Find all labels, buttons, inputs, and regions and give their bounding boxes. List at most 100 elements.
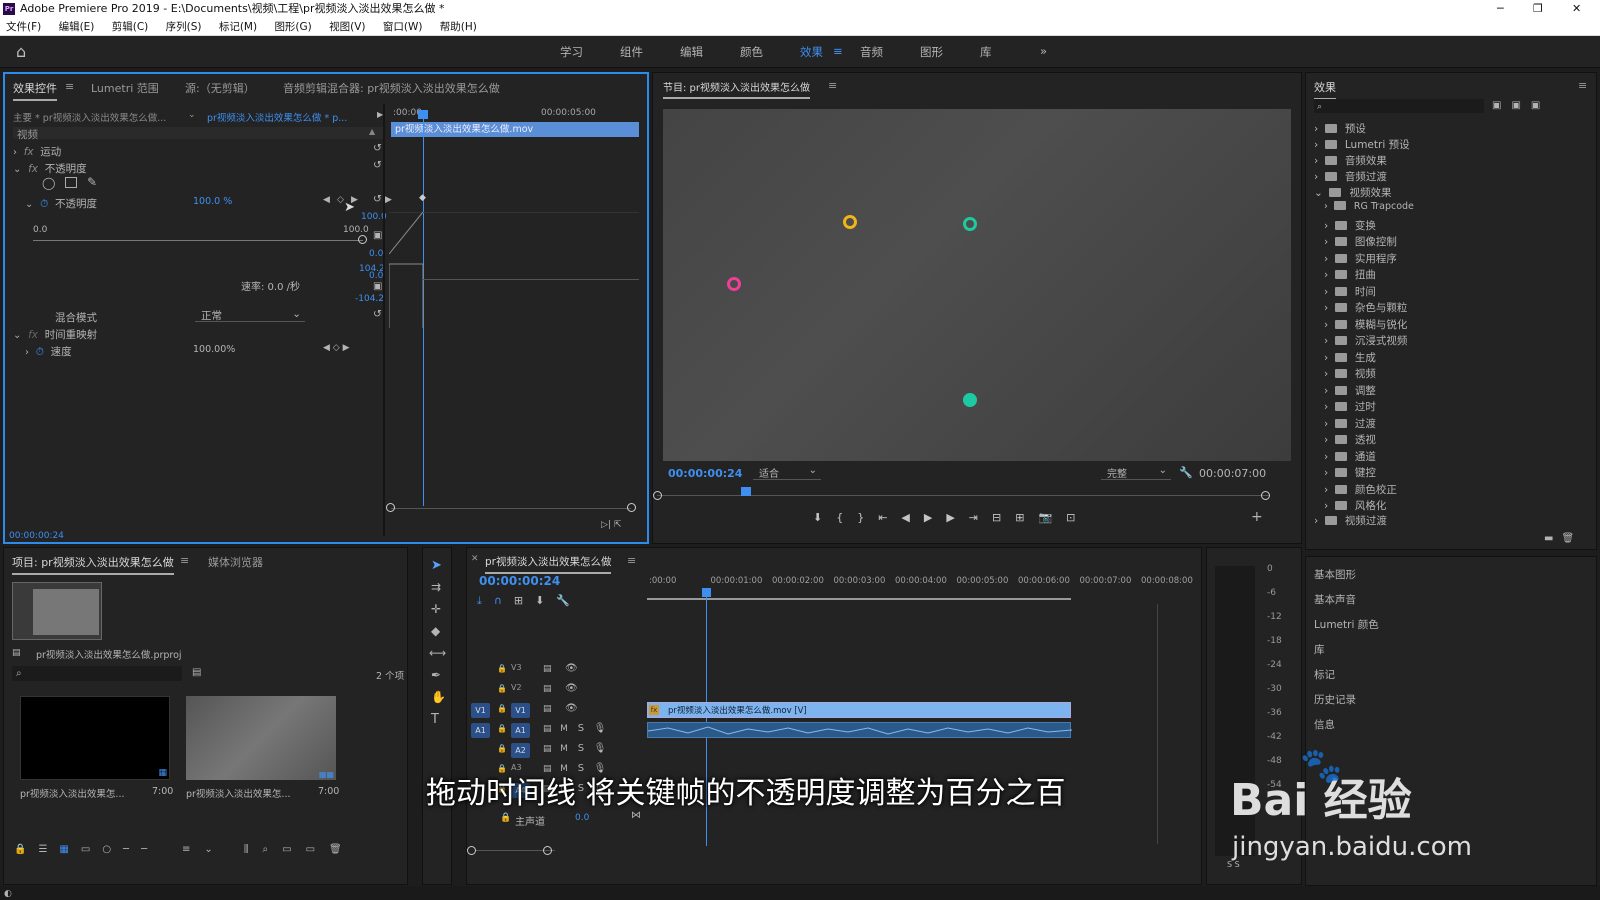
panel-menu-icon[interactable]: ≡ <box>180 554 189 567</box>
menu-graphics[interactable]: 图形(G) <box>274 21 311 33</box>
rectangle-mask-icon[interactable] <box>65 177 77 188</box>
workspace-audio[interactable]: 音频 <box>860 44 883 60</box>
master-lock-icon[interactable]: 🔒 <box>500 813 511 823</box>
add-button-icon[interactable]: + <box>1251 509 1263 525</box>
slider-handle[interactable] <box>358 235 367 244</box>
source-patch-audio[interactable]: A1 <box>471 723 490 738</box>
speed-value[interactable]: 100.00% <box>193 344 235 355</box>
eye-icon[interactable]: 👁 <box>565 683 578 694</box>
effect-subfolder[interactable]: › 沉浸式视频 <box>1324 333 1407 348</box>
lock-icon[interactable]: 🔒 <box>497 664 507 673</box>
menu-window[interactable]: 窗口(W) <box>383 21 423 33</box>
effect-subfolder[interactable]: › 图像控制 <box>1324 234 1397 249</box>
zoom-handle[interactable] <box>653 491 662 500</box>
project-thumbnail[interactable] <box>12 582 102 640</box>
close-button[interactable]: ✕ <box>1572 0 1581 18</box>
essential-graphics-tab[interactable]: 基本图形 <box>1314 567 1356 582</box>
track-header[interactable]: 🔒 V3 ▤ 👁 <box>467 662 643 680</box>
effect-subfolder[interactable]: › RG Trapcode <box>1324 201 1414 212</box>
type-tool-icon[interactable]: T <box>431 712 439 727</box>
selection-tool-icon[interactable]: ➤ <box>431 558 442 573</box>
track-label[interactable]: A2 <box>511 743 530 758</box>
eye-icon[interactable]: 👁 <box>565 703 578 714</box>
workspace-assembly[interactable]: 组件 <box>620 44 643 60</box>
markers-tab[interactable]: 标记 <box>1314 667 1335 682</box>
source-patch-video[interactable]: V1 <box>471 703 490 718</box>
razor-tool-icon[interactable]: ◆ <box>431 624 440 638</box>
sync-lock-icon[interactable]: ▤ <box>543 684 552 694</box>
workspace-libraries[interactable]: 库 <box>980 44 992 60</box>
reset-icon[interactable]: ↺ <box>373 193 382 205</box>
effect-filter-icons[interactable]: ▣▣▣ <box>1492 100 1550 111</box>
track-label[interactable]: V1 <box>511 703 530 718</box>
prev-keyframe-icon[interactable]: ◀ <box>323 195 330 205</box>
program-video-frame[interactable] <box>663 109 1291 461</box>
opacity-slider[interactable] <box>33 240 363 241</box>
home-icon[interactable]: ⌂ <box>16 42 26 61</box>
tab-audio-clip-mixer[interactable]: 音频剪辑混合器: pr视频淡入淡出效果怎么做 <box>283 80 500 96</box>
transport-controls[interactable]: ⬇{}⇤◀▶▶⇥⊟⊞📷⊡ <box>813 511 1089 524</box>
scroll-up-icon[interactable]: ▲ <box>369 127 375 136</box>
effect-subfolder[interactable]: › 过时 <box>1324 399 1376 414</box>
reset-icon[interactable]: ↺ <box>373 308 382 320</box>
zoom-handle[interactable] <box>1261 491 1270 500</box>
hand-tool-icon[interactable]: ✋ <box>431 690 446 704</box>
reset-icon[interactable]: ↺ <box>373 159 382 171</box>
zoom-handle[interactable] <box>386 503 395 512</box>
more-workspaces-icon[interactable]: » <box>1040 44 1047 58</box>
motion-row[interactable]: › fx 运动 <box>13 144 61 159</box>
workspace-learn[interactable]: 学习 <box>560 44 583 60</box>
panel-menu-icon[interactable]: ≡ <box>828 79 837 92</box>
master-clip-label[interactable]: 主要 * pr视频淡入淡出效果怎么做... <box>13 110 166 124</box>
effect-subfolder[interactable]: › 实用程序 <box>1324 251 1397 266</box>
keyframe-icon[interactable]: ◆ <box>419 193 426 203</box>
pen-tool-icon[interactable]: ✒ <box>431 668 441 682</box>
effect-subfolder[interactable]: › 生成 <box>1324 350 1376 365</box>
workspace-graphics[interactable]: 图形 <box>920 44 943 60</box>
menu-marker[interactable]: 标记(M) <box>219 21 257 33</box>
effect-subfolder[interactable]: › 杂色与颗粒 <box>1324 300 1407 315</box>
effect-subfolder[interactable]: › 风格化 <box>1324 498 1386 513</box>
effect-subfolder[interactable]: › 调整 <box>1324 383 1376 398</box>
timeline-toolbar[interactable]: ⤓∩⊞⬇🔧 <box>477 594 582 608</box>
folder-video-transitions[interactable]: › 视频过渡 <box>1314 513 1387 528</box>
timeline-playhead-handle[interactable] <box>702 588 711 597</box>
folder-lumetri-presets[interactable]: › Lumetri 预设 <box>1314 137 1410 152</box>
essential-sound-tab[interactable]: 基本声音 <box>1314 592 1356 607</box>
project-search-input[interactable]: ⌕ <box>12 666 182 681</box>
folder-presets[interactable]: › 预设 <box>1314 121 1366 136</box>
track-label[interactable]: V2 <box>511 683 522 692</box>
wrench-icon[interactable]: 🔧 <box>1179 466 1193 479</box>
track-header[interactable]: V1 🔒 V1 ▤ 👁 <box>467 702 643 720</box>
ellipse-mask-icon[interactable]: ◯ <box>42 176 55 190</box>
zoom-handle[interactable] <box>627 503 636 512</box>
slip-tool-icon[interactable]: ⟷ <box>429 646 446 660</box>
filter-icon[interactable]: ▷| ⇱ <box>601 520 621 530</box>
effect-subfolder[interactable]: › 通道 <box>1324 449 1376 464</box>
track-select-tool-icon[interactable]: ⇉ <box>431 580 441 594</box>
prev-keyframe-icon[interactable]: ◀ ◇ ▶ <box>323 343 350 353</box>
menu-view[interactable]: 视图(V) <box>329 21 365 33</box>
zoom-handle[interactable] <box>543 846 552 855</box>
eye-icon[interactable]: 👁 <box>565 663 578 674</box>
tab-effect-controls[interactable]: 效果控件 <box>13 80 57 101</box>
folder-audio-transitions[interactable]: › 音频过渡 <box>1314 169 1387 184</box>
effect-subfolder[interactable]: › 键控 <box>1324 465 1376 480</box>
track-header[interactable]: 🔒 V2 ▤ 👁 <box>467 682 643 700</box>
history-tab[interactable]: 历史记录 <box>1314 692 1356 707</box>
program-playhead[interactable] <box>741 487 751 496</box>
sync-lock-icon[interactable]: ▤ <box>543 704 552 714</box>
menu-file[interactable]: 文件(F) <box>6 21 41 33</box>
menu-clip[interactable]: 剪辑(C) <box>112 21 149 33</box>
lock-icon[interactable]: 🔒 <box>497 684 507 693</box>
tab-menu-icon[interactable]: ≡ <box>65 80 74 93</box>
track-label[interactable]: A1 <box>511 723 530 738</box>
quality-dropdown[interactable]: 完整 ⌄ <box>1101 465 1171 480</box>
ec-clip-bar[interactable]: pr视频淡入淡出效果怎么做.mov <box>391 122 639 137</box>
effect-subfolder[interactable]: › 颜色校正 <box>1324 482 1397 497</box>
effect-subfolder[interactable]: › 时间 <box>1324 284 1376 299</box>
tab-source[interactable]: 源:（无剪辑） <box>185 80 255 96</box>
blend-mode-dropdown[interactable]: 正常 ⌄ <box>195 308 305 322</box>
tab-media-browser[interactable]: 媒体浏览器 <box>208 554 263 570</box>
libraries-tab[interactable]: 库 <box>1314 642 1325 657</box>
